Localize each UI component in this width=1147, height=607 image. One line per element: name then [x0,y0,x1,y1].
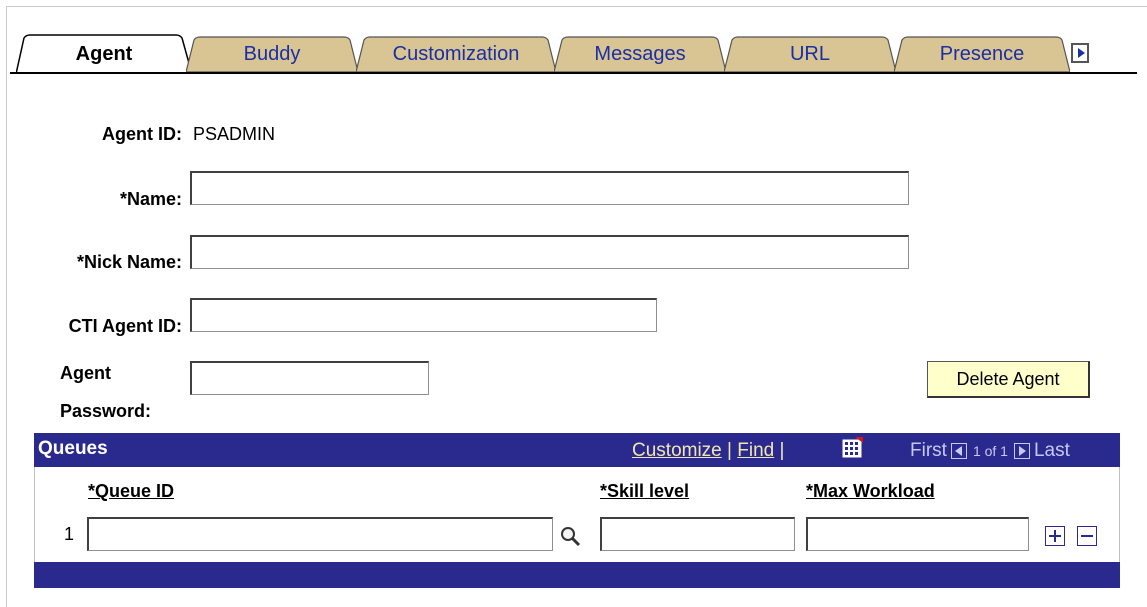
find-link[interactable]: Find [737,440,774,461]
column-header-queue-id[interactable]: *Queue ID [88,481,174,502]
max-workload-input[interactable] [806,517,1029,551]
grid-pager: First 1 of 1 Last [910,440,1070,462]
tab-buddy[interactable]: Buddy [186,36,358,72]
tab-url-label: URL [789,42,830,65]
previous-icon[interactable] [950,443,967,459]
grid-links: Customize | Find | [632,440,784,462]
agent-password-label-line2: Password: [60,401,152,421]
tab-customization[interactable]: Customization [356,36,556,72]
link-separator: | [727,440,732,461]
tab-presence[interactable]: Presence [894,36,1070,72]
tab-scroll-right-icon[interactable] [1071,43,1089,63]
nick-name-input[interactable] [190,235,909,269]
tab-agent[interactable]: Agent [16,34,192,74]
agent-password-label-line1: Agent [60,363,111,383]
agent-password-input[interactable] [190,361,429,395]
cti-agent-id-input[interactable] [190,298,657,332]
queues-grid-footer [34,562,1120,588]
last-label: Last [1033,440,1070,461]
queues-grid-title: Queues [38,438,108,459]
tab-messages-label: Messages [594,42,686,65]
delete-agent-button[interactable]: Delete Agent [927,361,1090,398]
tab-messages[interactable]: Messages [554,36,726,72]
tab-url[interactable]: URL [724,36,896,72]
queues-grid-header: Queues Customize | Find | First 1 of 1 L… [34,433,1120,467]
tab-customization-label: Customization [392,42,520,65]
agent-id-value: PSADMIN [193,124,276,144]
column-header-skill-level[interactable]: *Skill level [600,481,689,502]
page-frame-left [6,6,7,607]
queue-id-input[interactable] [87,517,553,551]
tab-bar: Agent Buddy Customization Messages URL P… [0,0,1147,80]
tab-buddy-label: Buddy [243,42,301,65]
tab-presence-label: Presence [939,42,1025,65]
next-icon[interactable] [1013,443,1030,459]
add-row-icon[interactable] [1045,526,1065,546]
agent-id-label: Agent ID: [102,124,182,144]
row-range: 1 of 1 [972,443,1008,459]
row-number: 1 [64,524,75,544]
name-input[interactable] [190,171,909,205]
first-label: First [910,440,947,461]
nick-name-label: *Nick Name: [76,252,182,272]
name-label: *Name: [119,189,182,209]
lookup-search-icon[interactable] [558,524,582,548]
tab-agent-label: Agent [75,42,133,65]
delete-row-icon[interactable] [1077,526,1097,546]
customize-link[interactable]: Customize [632,440,722,461]
grid-view-icon[interactable] [841,437,863,459]
link-separator: | [779,440,785,461]
column-header-max-workload[interactable]: *Max Workload [806,481,935,502]
skill-level-input[interactable] [600,517,795,551]
cti-agent-id-label: CTI Agent ID: [68,316,182,336]
tab-baseline [10,72,1137,74]
